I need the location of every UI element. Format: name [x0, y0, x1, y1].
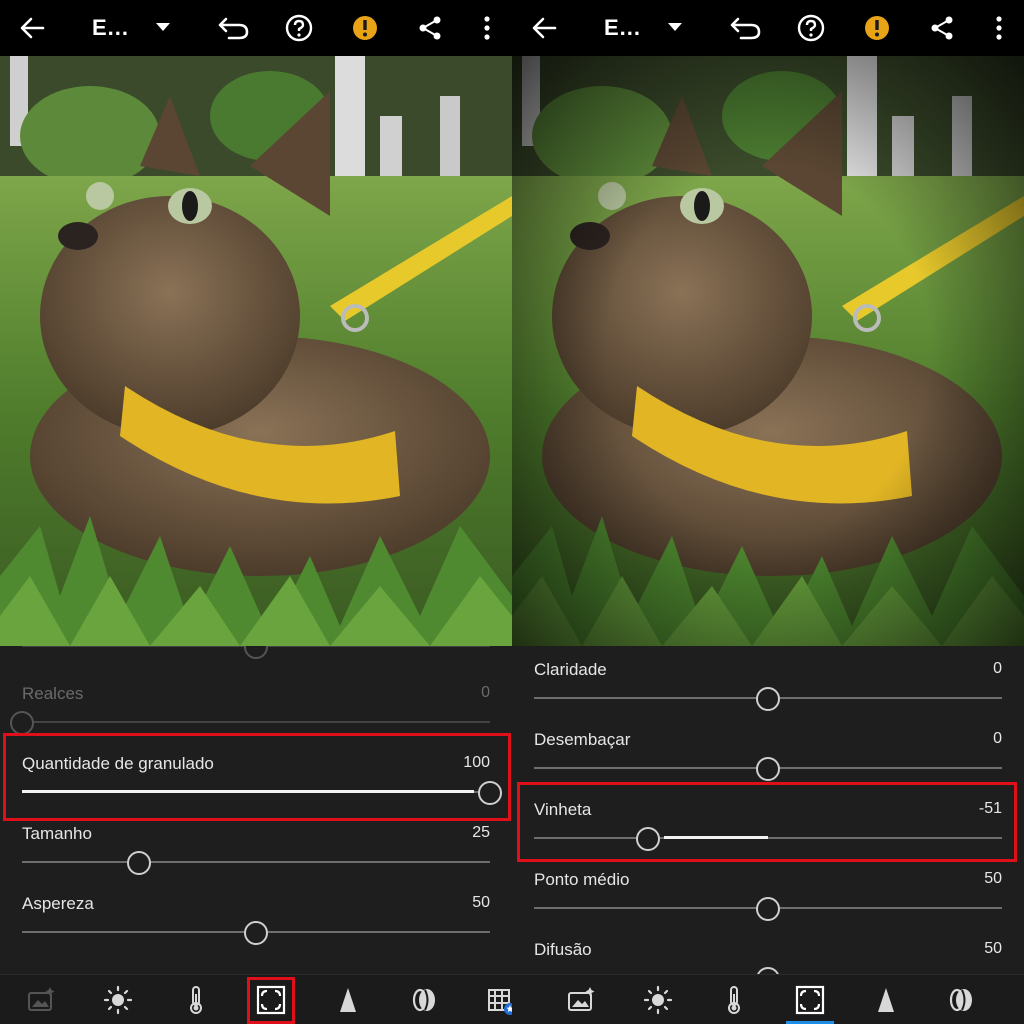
slider-label: Desembaçar	[534, 730, 631, 749]
undo-icon[interactable]	[729, 12, 761, 44]
photo-preview-vignette	[512, 56, 1024, 646]
slider-row-partial	[0, 646, 512, 670]
help-icon[interactable]	[283, 12, 315, 44]
slider-value: 50	[984, 870, 1002, 887]
slider-value: 50	[472, 894, 490, 911]
slider-value: 100	[463, 754, 490, 771]
geometry-icon[interactable]	[485, 984, 512, 1016]
detail-icon[interactable]	[332, 984, 364, 1016]
slider-value: 0	[993, 660, 1002, 677]
mode-title: E...	[604, 15, 642, 40]
slider-row-aspereza: Aspereza 50	[0, 886, 512, 956]
slider-fill	[664, 836, 768, 839]
slider-value: 0	[481, 684, 490, 701]
top-bar: E...	[512, 0, 1024, 56]
tool-bar	[0, 974, 512, 1024]
chevron-down-icon	[155, 19, 171, 37]
optics-icon[interactable]	[946, 984, 978, 1016]
slider-label: Ponto médio	[534, 870, 630, 889]
slider-label: Claridade	[534, 660, 607, 679]
slider-knob[interactable]	[756, 897, 780, 921]
slider-row-difusao: Difusão 50	[512, 932, 1024, 974]
slider-label: Realces	[22, 684, 84, 703]
light-icon[interactable]	[642, 984, 674, 1016]
slider-fill	[22, 790, 474, 793]
slider-label: Vinheta	[534, 800, 592, 819]
slider-label: Tamanho	[22, 824, 92, 843]
slider-value: 50	[984, 940, 1002, 957]
slider-knob[interactable]	[756, 687, 780, 711]
share-icon[interactable]	[414, 12, 446, 44]
slider-knob[interactable]	[756, 967, 780, 974]
tool-bar	[512, 974, 1024, 1024]
more-options-icon[interactable]	[983, 12, 1015, 44]
slider-label: Difusão	[534, 940, 592, 959]
slider-label: Aspereza	[22, 894, 94, 913]
effects-icon[interactable]	[794, 984, 826, 1016]
slider-value: -51	[978, 800, 1002, 817]
auto-photo-icon[interactable]	[566, 984, 598, 1016]
right-screen: E... Claridade 0 Desembaçar 0 Vinheta -5…	[512, 0, 1024, 1024]
auto-photo-icon[interactable]	[26, 984, 58, 1016]
color-temperature-icon[interactable]	[180, 984, 212, 1016]
effects-icon[interactable]	[255, 984, 287, 1016]
slider-label: Quantidade de granulado	[22, 754, 214, 773]
mode-dropdown[interactable]: E...	[92, 12, 171, 44]
photo-preview	[0, 56, 512, 646]
mode-dropdown[interactable]: E...	[604, 12, 683, 44]
chevron-down-icon	[667, 19, 683, 37]
color-temperature-icon[interactable]	[718, 984, 750, 1016]
help-icon[interactable]	[795, 12, 827, 44]
slider-track[interactable]	[22, 861, 490, 863]
adjustments-panel: Realces 0 Quantidade de granulado 100 Ta…	[0, 646, 512, 974]
top-bar: E...	[0, 0, 512, 56]
warning-icon[interactable]	[349, 12, 381, 44]
slider-row-realces: Realces 0	[0, 676, 512, 746]
detail-icon[interactable]	[870, 984, 902, 1016]
more-options-icon[interactable]	[471, 12, 503, 44]
adjustments-panel: Claridade 0 Desembaçar 0 Vinheta -51 Pon…	[512, 646, 1024, 974]
slider-row-tamanho: Tamanho 25	[0, 816, 512, 886]
warning-icon[interactable]	[861, 12, 893, 44]
slider-track[interactable]	[534, 837, 1002, 839]
slider-knob[interactable]	[127, 851, 151, 875]
slider-knob[interactable]	[10, 711, 34, 735]
optics-icon[interactable]	[409, 984, 441, 1016]
slider-track[interactable]	[22, 721, 490, 723]
slider-knob[interactable]	[244, 921, 268, 945]
left-screen: E... Realces 0 Quantidade de granulado 1…	[0, 0, 512, 1024]
slider-row-claridade: Claridade 0	[512, 652, 1024, 722]
slider-knob[interactable]	[756, 757, 780, 781]
light-icon[interactable]	[102, 984, 134, 1016]
slider-row-vinheta: Vinheta -51	[512, 792, 1024, 862]
slider-knob[interactable]	[636, 827, 660, 851]
slider-knob[interactable]	[244, 646, 268, 659]
slider-value: 0	[993, 730, 1002, 747]
undo-icon[interactable]	[217, 12, 249, 44]
share-icon[interactable]	[926, 12, 958, 44]
slider-knob[interactable]	[478, 781, 502, 805]
mode-title: E...	[92, 15, 130, 40]
back-arrow-icon[interactable]	[16, 12, 48, 44]
slider-row-quantidade-de-granulado: Quantidade de granulado 100	[0, 746, 512, 816]
slider-row-desembacar: Desembaçar 0	[512, 722, 1024, 792]
slider-value: 25	[472, 824, 490, 841]
back-arrow-icon[interactable]	[528, 12, 560, 44]
slider-row-ponto-medio: Ponto médio 50	[512, 862, 1024, 932]
